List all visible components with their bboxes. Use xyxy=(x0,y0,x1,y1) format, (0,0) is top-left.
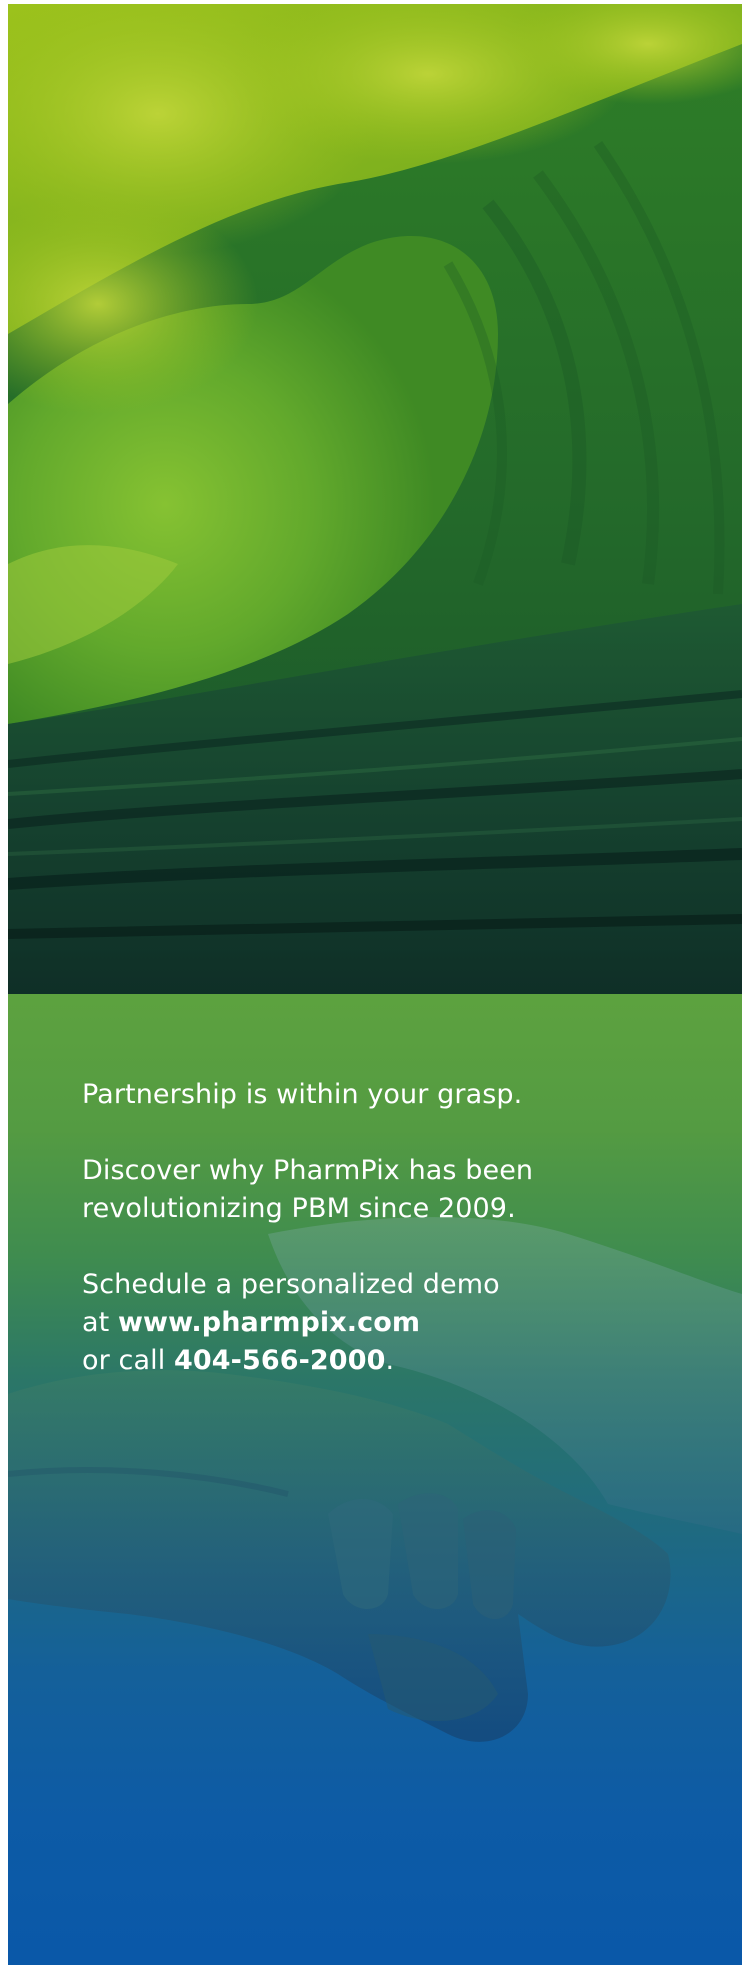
ocean-wave-photo xyxy=(8,4,742,994)
schedule-line: Schedule a personalized demo xyxy=(82,1269,500,1300)
pharmpix-ad: Partnership is within your grasp. Discov… xyxy=(8,4,742,1965)
website-url: www.pharmpix.com xyxy=(118,1307,421,1338)
bottom-panel: Partnership is within your grasp. Discov… xyxy=(8,994,742,1965)
discover-line-2: revolutionizing PBM since 2009. xyxy=(82,1193,516,1224)
phone-suffix: . xyxy=(385,1345,395,1376)
phone-number: 404-566-2000 xyxy=(173,1345,386,1376)
ad-copy: Partnership is within your grasp. Discov… xyxy=(82,1076,702,1380)
website-prefix: at xyxy=(82,1307,119,1338)
phone-line: or call 404-566-2000. xyxy=(82,1342,702,1380)
discover-line-1: Discover why PharmPix has been xyxy=(82,1155,534,1186)
tagline: Partnership is within your grasp. xyxy=(82,1079,523,1110)
phone-prefix: or call xyxy=(82,1345,174,1376)
website-line: at www.pharmpix.com xyxy=(82,1304,702,1342)
